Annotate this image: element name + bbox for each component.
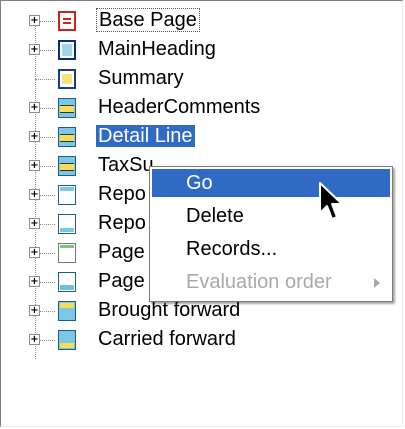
tree-item-label[interactable]: Page	[96, 241, 147, 263]
page-icon	[58, 11, 76, 31]
tree-item-carried-forward[interactable]: + Carried forward	[1, 325, 401, 354]
expand-icon[interactable]: +	[29, 102, 40, 113]
expand-icon[interactable]: +	[29, 334, 40, 345]
menu-item-label: Records...	[186, 238, 278, 260]
expand-icon[interactable]: +	[29, 15, 40, 26]
tree-item-label[interactable]: Summary	[96, 67, 186, 89]
footer-icon	[58, 272, 76, 292]
tree-item-label[interactable]: Carried forward	[96, 328, 238, 350]
menu-item-evaluation-order: Evaluation order	[152, 268, 390, 296]
section-icon	[58, 40, 76, 60]
menu-item-records[interactable]: Records...	[152, 235, 390, 263]
tree-item-label[interactable]: TaxSu	[96, 154, 156, 176]
expand-icon[interactable]: +	[29, 218, 40, 229]
tree-item-label[interactable]: MainHeading	[96, 38, 218, 60]
tree-item-base-page[interactable]: + Base Page	[1, 6, 401, 35]
mouse-pointer-icon	[319, 182, 343, 220]
tree-item-main-heading[interactable]: + MainHeading	[1, 35, 401, 64]
expand-icon[interactable]: +	[29, 276, 40, 287]
tree-item-detail-line[interactable]: + Detail Line	[1, 122, 401, 151]
section-icon	[58, 69, 76, 89]
expand-icon[interactable]: +	[29, 44, 40, 55]
submenu-arrow-icon	[374, 278, 380, 288]
expand-icon[interactable]: +	[29, 131, 40, 142]
menu-item-label: Delete	[186, 205, 244, 227]
tree-item-summary[interactable]: Summary	[1, 64, 401, 93]
menu-item-label: Go	[186, 172, 213, 194]
tree-item-label[interactable]: Repo	[96, 183, 148, 205]
context-menu: Go Delete Records... Evaluation order	[149, 166, 393, 302]
page-band-icon	[58, 243, 76, 263]
band-icon	[58, 98, 76, 118]
menu-item-label: Evaluation order	[186, 271, 332, 293]
carried-forward-icon	[58, 330, 76, 350]
expand-icon[interactable]: +	[29, 160, 40, 171]
expand-icon[interactable]: +	[29, 189, 40, 200]
menu-item-delete[interactable]: Delete	[152, 202, 390, 230]
expand-icon[interactable]: +	[29, 247, 40, 258]
tree-item-label[interactable]: Brought forward	[96, 299, 242, 321]
brought-forward-icon	[58, 301, 76, 321]
tree-item-label[interactable]: Detail Line	[96, 125, 195, 147]
tree-item-header-comments[interactable]: + HeaderComments	[1, 93, 401, 122]
menu-item-go[interactable]: Go	[152, 169, 390, 197]
band-icon	[58, 156, 76, 176]
band-top-icon	[58, 185, 76, 205]
expand-icon[interactable]: +	[29, 305, 40, 316]
band-icon	[58, 127, 76, 147]
tree-item-label[interactable]: Base Page	[96, 8, 200, 32]
tree-item-label[interactable]: Repo	[96, 212, 148, 234]
tree-item-label[interactable]: HeaderComments	[96, 96, 262, 118]
band-bottom-icon	[58, 214, 76, 234]
